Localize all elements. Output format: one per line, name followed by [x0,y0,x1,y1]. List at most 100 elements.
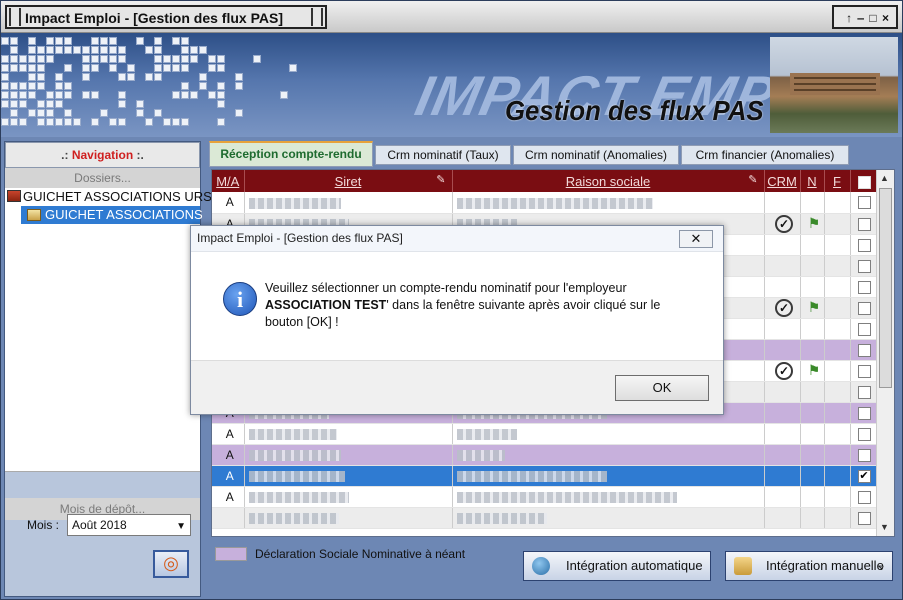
row-checkbox[interactable] [857,343,871,357]
column-raison-sociale[interactable]: Raison sociale ✎ [452,170,765,192]
flag-icon[interactable]: ⚑ [808,362,821,378]
cell-select[interactable] [850,234,877,256]
check-circle-icon[interactable]: ✓ [775,298,793,317]
row-checkbox[interactable] [857,448,871,462]
cell-select[interactable]: ✔ [850,465,877,487]
mosaic-tile [235,82,243,90]
column-crm[interactable]: CRM [764,170,801,192]
column-n[interactable]: N [800,170,825,192]
tree-item-guichet-urs[interactable]: GUICHET ASSOCIATIONS URS [5,188,212,206]
row-checkbox[interactable] [857,511,871,525]
row-checkbox[interactable] [857,322,871,336]
table-row[interactable]: A [212,444,877,466]
cell-select[interactable] [850,486,877,508]
integration-automatique-button[interactable]: Intégration automatique [523,551,711,581]
vertical-scrollbar[interactable]: ▲ ▼ [876,170,894,536]
cell-select[interactable] [850,423,877,445]
cell-select[interactable] [850,381,877,403]
refresh-button[interactable]: ◎ [153,550,189,578]
tab-crm-nominatif-anomalies[interactable]: Crm nominatif (Anomalies) [513,145,679,165]
organization-icon [7,190,21,202]
cell-select[interactable] [850,444,877,466]
cell-raison-sociale [452,423,765,445]
mosaic-tile [217,64,225,72]
cell-select[interactable] [850,276,877,298]
row-checkbox[interactable] [857,385,871,399]
check-circle-icon[interactable]: ✓ [775,361,793,380]
search-icon[interactable]: ✎ [436,173,445,186]
cell-crm [764,276,801,298]
mosaic-tile [1,55,9,63]
mosaic-tile [199,46,207,54]
row-checkbox[interactable] [857,490,871,504]
chevron-down-icon: ▼ [176,521,186,532]
integration-manuelle-button[interactable]: Intégration manuelle ⌄ [725,551,893,581]
cell-raison-sociale [452,444,765,466]
mois-select[interactable]: Août 2018 ▼ [67,514,191,536]
tree-item-guichet[interactable]: GUICHET ASSOCIATIONS [21,206,203,224]
cell-n[interactable]: ⚑ [800,297,825,319]
cell-select[interactable] [850,339,877,361]
cell-crm[interactable]: ✓ [764,360,801,382]
row-checkbox[interactable] [857,196,871,210]
window-controls[interactable]: ↑ ‒ □ × [832,5,898,29]
mosaic-tile [217,82,225,90]
ok-button[interactable]: OK [615,375,709,401]
dossiers-header[interactable]: Dossiers... [5,168,200,188]
table-row[interactable] [212,507,877,529]
cell-n[interactable]: ⚑ [800,360,825,382]
tab-crm-financier-anomalies[interactable]: Crm financier (Anomalies) [681,145,849,165]
select-all-checkbox[interactable] [858,175,871,189]
dialog-close-button[interactable]: ✕ [679,230,713,248]
scroll-down-icon[interactable]: ▼ [880,522,889,532]
cell-select[interactable] [850,192,877,214]
cell-crm[interactable]: ✓ [764,213,801,235]
cell-crm[interactable]: ✓ [764,297,801,319]
column-ma[interactable]: M/A [212,170,245,192]
cell-select[interactable] [850,255,877,277]
cell-select[interactable] [850,318,877,340]
mosaic-tile [1,64,9,72]
row-checkbox[interactable] [857,364,871,378]
flag-icon[interactable]: ⚑ [808,215,821,231]
tab-reception-compte-rendu[interactable]: Réception compte-rendu [209,141,373,167]
scroll-up-icon[interactable]: ▲ [880,173,889,183]
scroll-thumb[interactable] [879,188,892,388]
select-all-header[interactable] [850,170,877,192]
redacted-raison-sociale [456,197,653,209]
mosaic-tile [136,100,144,108]
cell-n[interactable]: ⚑ [800,213,825,235]
table-row[interactable]: A ✔ [212,465,877,487]
row-checkbox[interactable] [857,301,871,315]
row-checkbox[interactable] [857,406,871,420]
mosaic-tile [280,91,288,99]
row-checkbox[interactable] [857,217,871,231]
cell-select[interactable] [850,360,877,382]
row-checkbox[interactable] [857,427,871,441]
flag-icon[interactable]: ⚑ [808,299,821,315]
check-circle-icon[interactable]: ✓ [775,214,793,233]
mosaic-tile [109,37,117,45]
row-checkbox[interactable]: ✔ [857,469,871,483]
mosaic-tile [100,109,108,117]
table-row[interactable]: A [212,486,877,508]
cell-select[interactable] [850,297,877,319]
cell-f [824,423,851,445]
row-checkbox[interactable] [857,259,871,273]
cell-select[interactable] [850,213,877,235]
row-checkbox[interactable] [857,280,871,294]
column-f[interactable]: F [824,170,851,192]
cell-f [824,465,851,487]
cell-siret [244,423,453,445]
mosaic-tile [37,100,45,108]
column-siret[interactable]: Siret ✎ [244,170,453,192]
mosaic-tile [37,55,45,63]
search-icon[interactable]: ✎ [748,173,757,186]
mosaic-tile [1,91,9,99]
table-row[interactable]: A [212,192,877,214]
cell-select[interactable] [850,507,877,529]
tab-crm-nominatif-taux[interactable]: Crm nominatif (Taux) [375,145,511,165]
table-row[interactable]: A [212,423,877,445]
row-checkbox[interactable] [857,238,871,252]
cell-select[interactable] [850,402,877,424]
